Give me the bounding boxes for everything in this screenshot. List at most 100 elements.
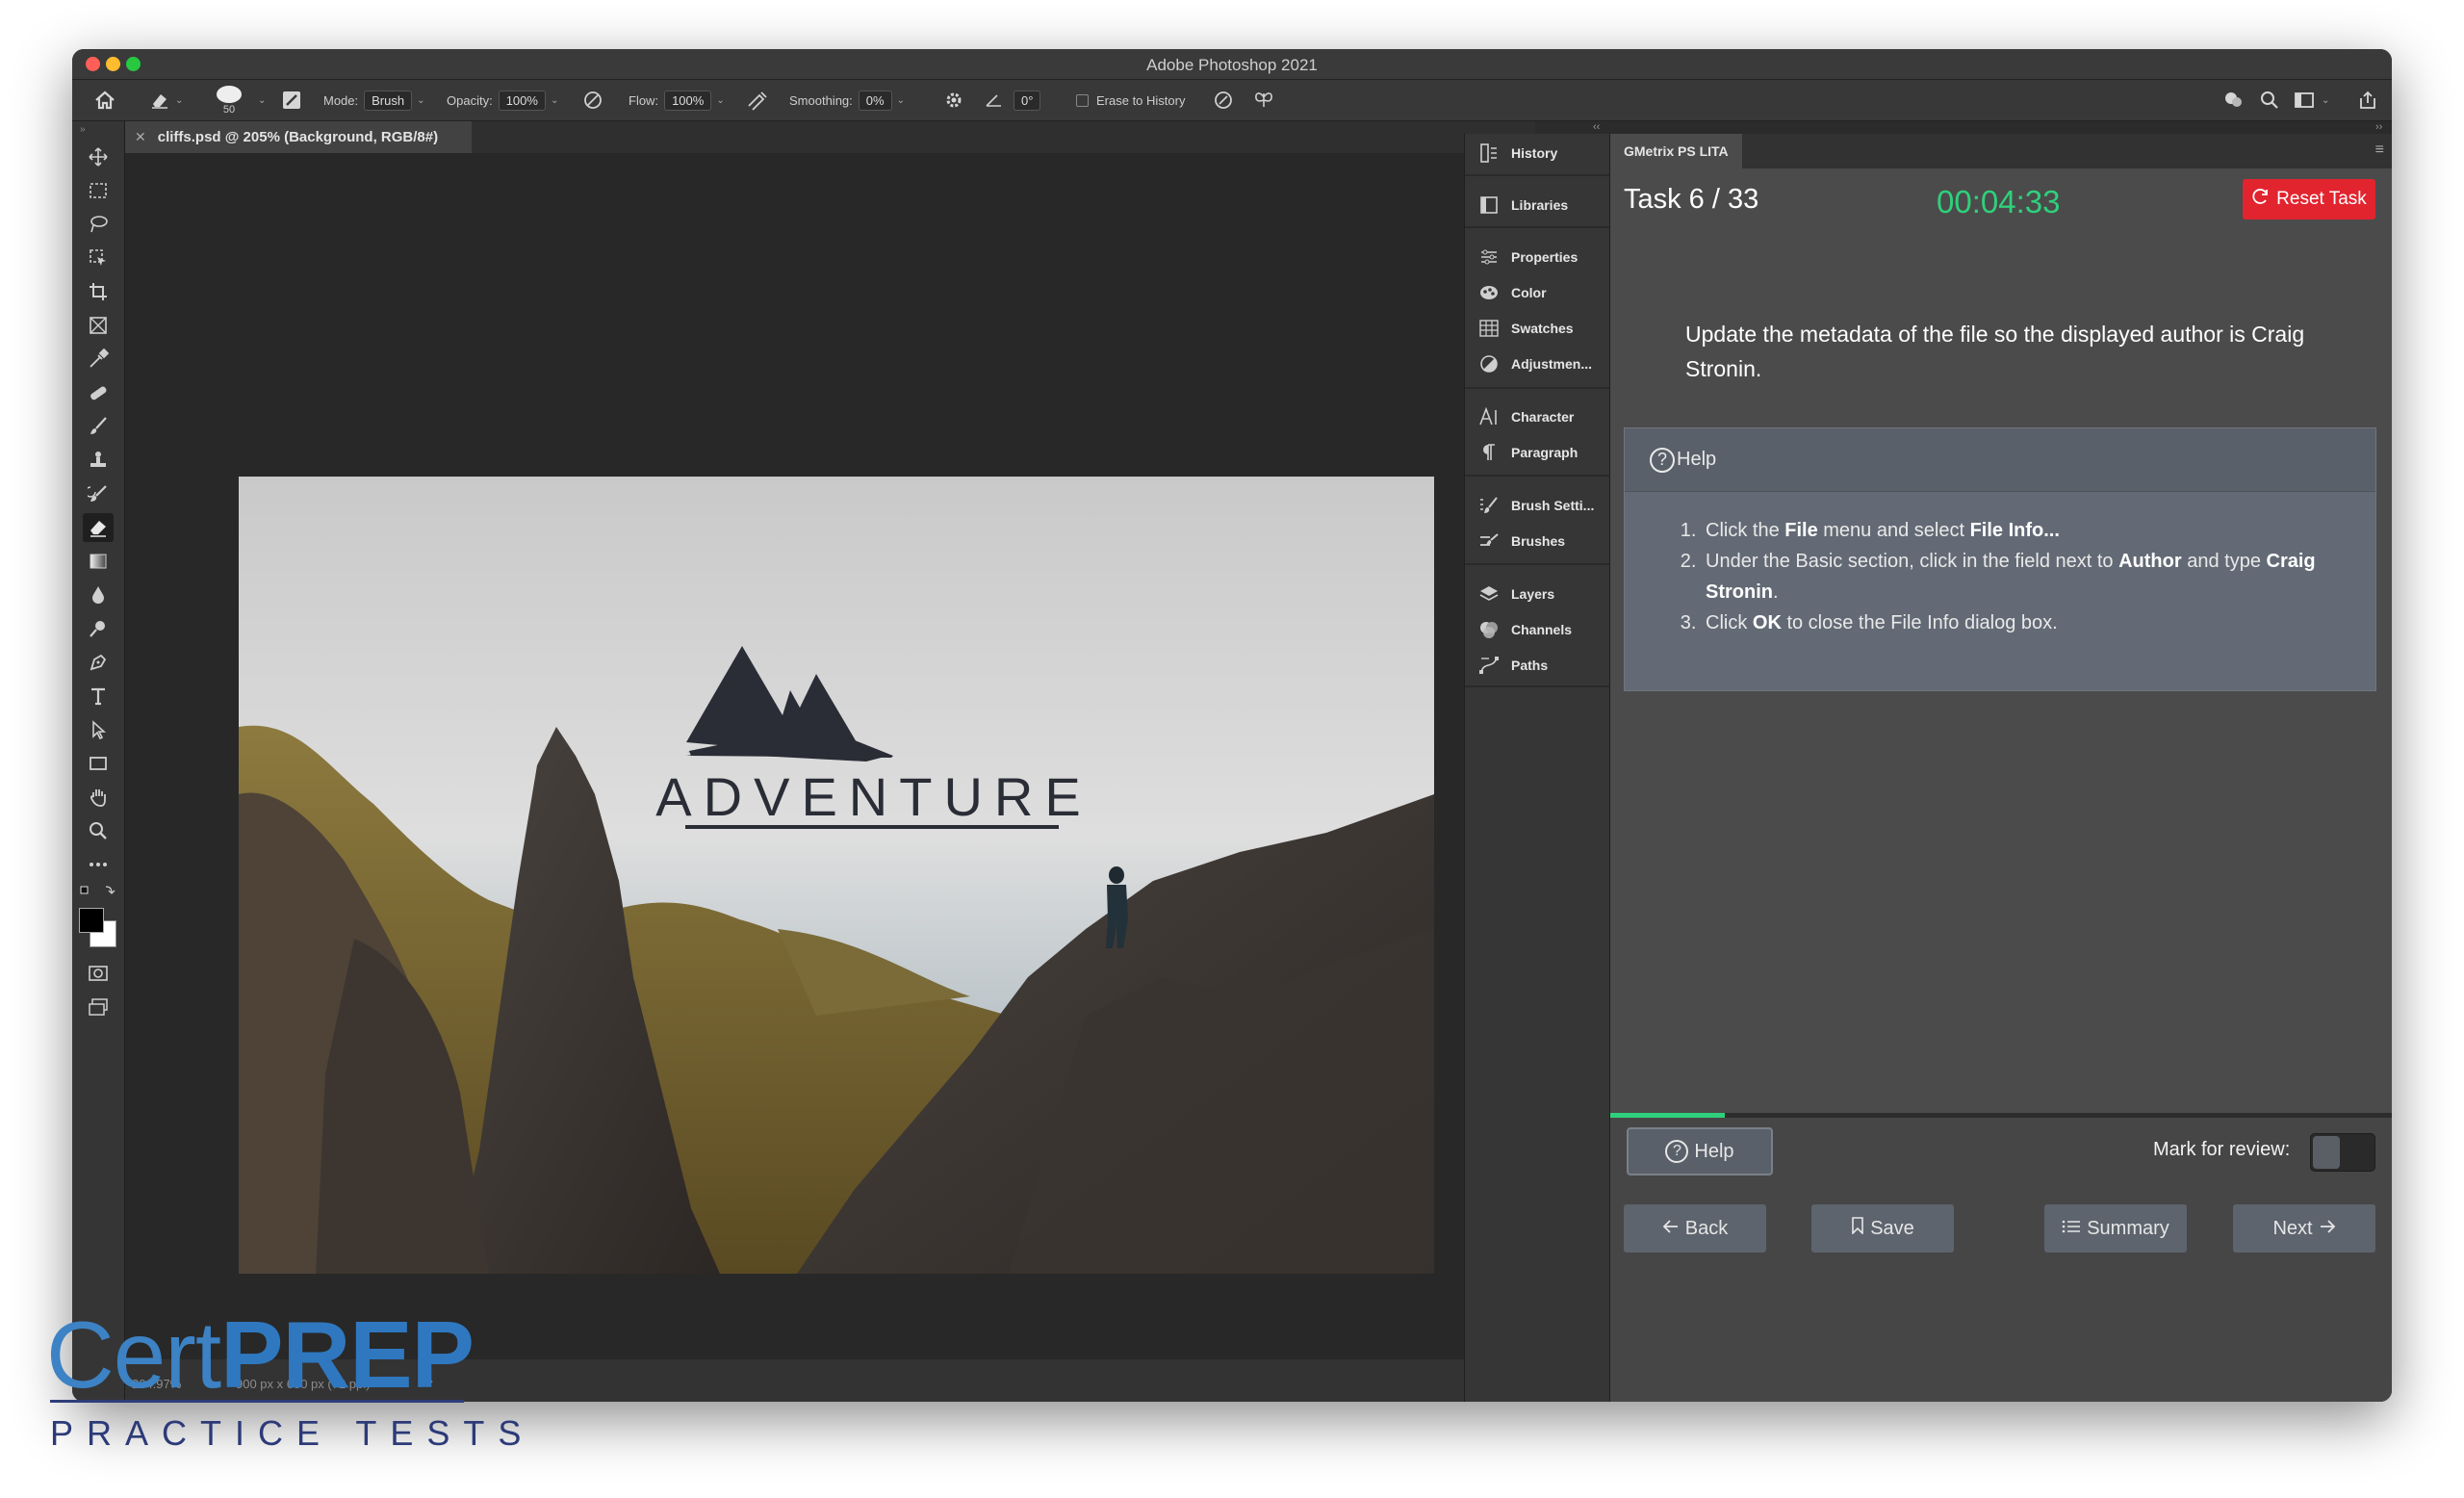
mode-label: Mode: bbox=[323, 92, 359, 108]
type-tool-icon[interactable] bbox=[83, 682, 114, 710]
gmetrix-panel: GMetrix PS LITA ≡ Task 6 / 33 00:04:33 R… bbox=[1610, 134, 2392, 1402]
canvas-area[interactable]: ADVENTURE bbox=[125, 153, 1513, 1359]
brush-panel-toggle-icon[interactable] bbox=[281, 80, 302, 120]
panel-dock: History Libraries Properties Color Swatc… bbox=[1464, 134, 1610, 1402]
panel-menu-icon[interactable]: ≡ bbox=[2375, 142, 2384, 159]
search-icon[interactable] bbox=[2259, 80, 2280, 120]
question-circle-icon: ? bbox=[1665, 1140, 1689, 1163]
collapse-panels-icon[interactable]: ‹‹ bbox=[1593, 121, 1600, 133]
mode-select[interactable]: Brush bbox=[364, 90, 413, 111]
more-tools-icon[interactable] bbox=[83, 850, 114, 879]
brush-tool-icon[interactable] bbox=[83, 412, 114, 441]
bookmark-icon bbox=[1851, 1217, 1864, 1240]
back-label: Back bbox=[1684, 1217, 1729, 1239]
panel-history[interactable]: History bbox=[1465, 137, 1609, 169]
marquee-tool-icon[interactable] bbox=[83, 176, 114, 205]
document-image[interactable]: ADVENTURE bbox=[239, 477, 1434, 1274]
workspace-layout-icon[interactable]: ⌄ bbox=[2294, 80, 2329, 120]
panel-properties[interactable]: Properties bbox=[1465, 241, 1609, 273]
summary-button[interactable]: Summary bbox=[2044, 1204, 2187, 1253]
crop-tool-icon[interactable] bbox=[83, 277, 114, 306]
healing-brush-tool-icon[interactable] bbox=[83, 378, 114, 407]
panel-channels[interactable]: Channels bbox=[1465, 613, 1609, 646]
panel-adjustments[interactable]: Adjustmen... bbox=[1465, 348, 1609, 380]
panel-layers[interactable]: Layers bbox=[1465, 578, 1609, 610]
erase-to-history-checkbox[interactable] bbox=[1076, 93, 1089, 107]
summary-label: Summary bbox=[2087, 1217, 2169, 1239]
flow-input[interactable]: 100% bbox=[664, 90, 712, 111]
path-selection-tool-icon[interactable] bbox=[83, 715, 114, 744]
reset-task-button[interactable]: Reset Task bbox=[2243, 179, 2375, 220]
opacity-input[interactable]: 100% bbox=[498, 90, 546, 111]
mark-for-review-toggle[interactable] bbox=[2310, 1133, 2375, 1172]
foreground-color-swatch[interactable] bbox=[79, 908, 104, 933]
panel-libraries[interactable]: Libraries bbox=[1465, 189, 1609, 221]
panel-color[interactable]: Color bbox=[1465, 276, 1609, 309]
adjustments-icon bbox=[1476, 354, 1502, 374]
chevron-down-icon: ⌄ bbox=[175, 94, 184, 106]
learn-icon[interactable] bbox=[2221, 80, 2245, 120]
panel-paths[interactable]: Paths bbox=[1465, 649, 1609, 682]
gradient-tool-icon[interactable] bbox=[83, 547, 114, 576]
move-tool-icon[interactable] bbox=[83, 142, 114, 171]
panel-paragraph[interactable]: Paragraph bbox=[1465, 436, 1609, 469]
airbrush-icon[interactable] bbox=[746, 80, 769, 120]
window-title: Adobe Photoshop 2021 bbox=[1146, 56, 1318, 74]
home-icon[interactable] bbox=[93, 80, 116, 120]
panel-brushes[interactable]: Brushes bbox=[1465, 525, 1609, 557]
eraser-tool-icon[interactable] bbox=[83, 513, 114, 542]
quick-mask-icon[interactable] bbox=[83, 959, 114, 988]
smoothing-settings-gear-icon[interactable] bbox=[943, 80, 964, 120]
layers-icon bbox=[1476, 584, 1502, 604]
document-tab[interactable]: ✕ cliffs.psd @ 205% (Background, RGB/8#) bbox=[125, 121, 472, 153]
gmetrix-tab[interactable]: GMetrix PS LITA bbox=[1610, 134, 1742, 168]
brand-tagline: PRACTICE TESTS bbox=[50, 1413, 535, 1453]
pressure-size-icon[interactable] bbox=[1213, 80, 1234, 120]
panel-character[interactable]: Character bbox=[1465, 400, 1609, 433]
hand-tool-icon[interactable] bbox=[83, 783, 114, 812]
close-icon[interactable]: ✕ bbox=[135, 129, 146, 145]
expand-toolbar-icon[interactable]: » bbox=[80, 124, 86, 135]
chevron-down-icon[interactable]: ⌄ bbox=[253, 80, 266, 120]
next-button[interactable]: Next bbox=[2233, 1204, 2375, 1253]
history-brush-tool-icon[interactable] bbox=[83, 479, 114, 508]
expand-panels-icon[interactable]: ›› bbox=[2375, 121, 2382, 133]
swap-colors-icon[interactable] bbox=[79, 884, 117, 897]
task-instruction: Update the metadata of the file so the d… bbox=[1685, 322, 2305, 381]
share-icon[interactable] bbox=[2357, 80, 2378, 120]
help-step: Under the Basic section, click in the fi… bbox=[1702, 546, 2375, 607]
pressure-opacity-icon[interactable] bbox=[582, 80, 603, 120]
flow-label: Flow: bbox=[629, 92, 659, 108]
options-bar: ⌄ 50 ⌄ Mode: Brush ⌄ Opacity: 100% ⌄ Flow:… bbox=[72, 80, 2392, 121]
help-button[interactable]: ? Help bbox=[1627, 1127, 1773, 1175]
brush-size-picker[interactable]: 50 bbox=[217, 80, 242, 120]
clone-stamp-tool-icon[interactable] bbox=[83, 446, 114, 475]
save-button[interactable]: Save bbox=[1811, 1204, 1954, 1253]
help-header[interactable]: ? Help bbox=[1625, 428, 2375, 492]
frame-tool-icon[interactable] bbox=[83, 311, 114, 340]
eraser-tool-preset[interactable]: ⌄ bbox=[149, 80, 183, 120]
smoothing-input[interactable]: 0% bbox=[858, 90, 892, 111]
help-step: Click the File menu and select File Info… bbox=[1702, 515, 2375, 546]
eyedropper-tool-icon[interactable] bbox=[83, 345, 114, 374]
object-selection-tool-icon[interactable] bbox=[83, 244, 114, 272]
rectangle-tool-icon[interactable] bbox=[83, 749, 114, 778]
panel-brush-settings[interactable]: Brush Setti... bbox=[1465, 489, 1609, 522]
brush-size-value: 50 bbox=[222, 103, 236, 116]
gmetrix-footer: ? Help Mark for review: Back Save Summar… bbox=[1610, 1118, 2392, 1402]
help-step: Click OK to close the File Info dialog b… bbox=[1702, 607, 2375, 638]
back-button[interactable]: Back bbox=[1624, 1204, 1766, 1253]
zoom-tool-icon[interactable] bbox=[83, 816, 114, 845]
help-box: ? Help Click the File menu and select Fi… bbox=[1624, 427, 2376, 691]
screen-mode-icon[interactable] bbox=[83, 993, 114, 1021]
next-label: Next bbox=[2272, 1217, 2313, 1239]
panel-swatches[interactable]: Swatches bbox=[1465, 312, 1609, 345]
dodge-tool-icon[interactable] bbox=[83, 614, 114, 643]
angle-input[interactable]: 0° bbox=[1014, 90, 1041, 111]
blur-tool-icon[interactable] bbox=[83, 581, 114, 609]
question-circle-icon: ? bbox=[1650, 447, 1675, 473]
brush-settings-icon bbox=[1476, 496, 1502, 515]
pen-tool-icon[interactable] bbox=[83, 648, 114, 677]
symmetry-butterfly-icon[interactable] bbox=[1252, 80, 1275, 120]
lasso-tool-icon[interactable] bbox=[83, 210, 114, 239]
